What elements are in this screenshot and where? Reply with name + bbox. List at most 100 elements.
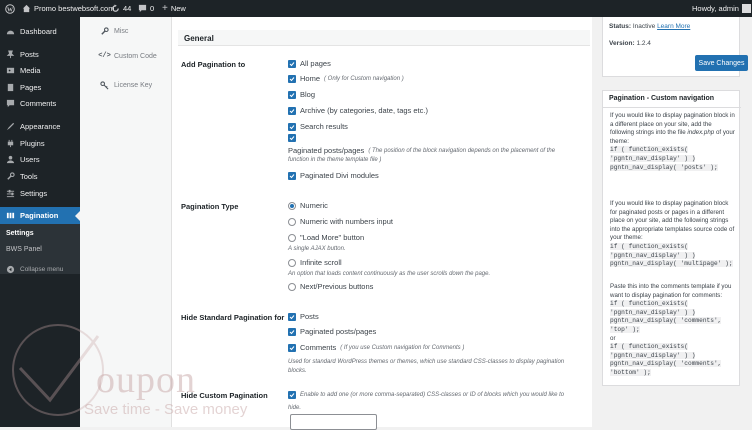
settings-tabs: Misc </> Custom Code License Key — [80, 17, 172, 427]
option-home[interactable]: Home( Only for Custom navigation ) — [288, 74, 404, 83]
key-icon — [100, 80, 109, 90]
code-line: 'pgntn_nav_display' ) ) — [610, 308, 696, 316]
checkbox-checked-icon — [288, 59, 296, 68]
sidebar-item-dashboard[interactable]: Dashboard — [0, 23, 80, 39]
code-line: if ( function_exists( — [610, 242, 688, 250]
sidebar-item-comments[interactable]: Comments — [0, 95, 80, 111]
option-label: Numeric with numbers input — [300, 217, 393, 226]
media-icon — [6, 66, 15, 75]
hide-standard-desc-2: blocks. — [288, 368, 307, 374]
checkbox-checked-icon — [288, 327, 296, 336]
updates-link[interactable]: 44 — [111, 0, 131, 17]
divider — [603, 107, 741, 108]
option-label: Comments — [300, 343, 337, 352]
sidebar-item-plugins[interactable]: Plugins — [0, 135, 80, 151]
sidebar-item-appearance[interactable]: Appearance — [0, 118, 80, 134]
code-line: 'pgntn_nav_display' ) ) — [610, 251, 696, 259]
custom-nav-paragraph-3: Paste this into the comments template if… — [610, 283, 737, 378]
sidebar-item-posts[interactable]: Posts — [0, 46, 80, 62]
code-line: if ( function_exists( — [610, 300, 688, 308]
option-search[interactable]: Search results — [288, 122, 348, 131]
option-label: Paginated Divi modules — [300, 171, 379, 180]
sidebar-item-label: Pagination — [20, 211, 59, 220]
add-pagination-label: Add Pagination to — [181, 60, 246, 69]
sidebar-item-label: Media — [20, 65, 41, 75]
checkbox-checked-icon — [288, 122, 296, 131]
comment-icon — [6, 99, 15, 108]
option-label: Posts — [300, 312, 319, 321]
option-label: Next/Previous buttons — [300, 282, 374, 291]
tab-misc[interactable]: Misc — [90, 17, 172, 45]
sidebar-item-label: Comments — [20, 98, 57, 108]
radio-icon — [288, 217, 296, 226]
option-hide-posts[interactable]: Posts — [288, 312, 319, 321]
option-divi[interactable]: Paginated Divi modules — [288, 171, 379, 180]
tab-license-key[interactable]: License Key — [90, 71, 172, 99]
radio-numeric-input[interactable]: Numeric with numbers input — [288, 217, 393, 226]
comments-count: 0 — [150, 4, 155, 13]
brush-icon — [6, 122, 15, 131]
sidebar-item-media[interactable]: Media — [0, 62, 80, 78]
greeting: Howdy, admin — [692, 4, 739, 13]
sidebar-item-pagination[interactable]: Pagination — [0, 207, 80, 224]
option-paginated-checkbox[interactable] — [288, 134, 296, 142]
wrench-icon — [6, 171, 15, 181]
submenu-settings[interactable]: Settings — [0, 230, 80, 237]
radio-next-prev[interactable]: Next/Previous buttons — [288, 282, 373, 291]
comments-link[interactable]: 0 — [138, 0, 154, 17]
tab-custom-code[interactable]: </> Custom Code — [90, 42, 172, 70]
sidebar-item-users[interactable]: Users — [0, 151, 80, 167]
new-content-link[interactable]: + New — [162, 0, 186, 17]
learn-more-link[interactable]: Learn More — [657, 23, 690, 30]
tab-label: License Key — [114, 81, 153, 89]
site-name-link[interactable]: Promo bestwebsoft.com — [22, 0, 114, 17]
sidebar-item-label: Pages — [20, 82, 42, 92]
option-note: Enable to add one (or more comma-separat… — [300, 392, 565, 398]
radio-icon — [288, 233, 296, 242]
hide-custom-classes-input[interactable] — [290, 414, 377, 430]
sidebar-item-pages[interactable]: Pages — [0, 79, 80, 95]
checkbox-checked-icon — [288, 106, 296, 115]
option-note: ( The position of the block navigation d… — [368, 147, 556, 154]
option-archive[interactable]: Archive (by categories, date, tags etc.) — [288, 106, 428, 115]
settings-panel: General Add Pagination to All pages Home… — [172, 17, 592, 430]
account-menu[interactable]: Howdy, admin — [692, 0, 751, 17]
option-blog[interactable]: Blog — [288, 90, 315, 99]
submenu-bws-panel[interactable]: BWS Panel — [0, 246, 80, 253]
radio-icon — [288, 258, 296, 267]
collapse-menu-button[interactable]: Collapse menu — [0, 261, 80, 277]
option-hide-custom[interactable]: Enable to add one (or more comma-separat… — [288, 391, 564, 399]
sidebar-item-label: Plugins — [20, 138, 45, 148]
checkbox-checked-icon — [288, 90, 296, 99]
pagination-type-label: Pagination Type — [181, 202, 239, 211]
option-label: Paginated posts/pages — [288, 146, 365, 155]
option-hide-paginated[interactable]: Paginated posts/pages — [288, 327, 376, 336]
code-line: pgntn_nav_display( 'posts' ); — [610, 163, 718, 171]
code-line: 'bottom' ); — [610, 368, 651, 376]
option-hide-comments[interactable]: Comments( If you use Custom navigation f… — [288, 343, 464, 352]
admin-bar: W Promo bestwebsoft.com 44 0 + New Howdy… — [0, 0, 752, 17]
save-changes-button[interactable]: Save Changes — [695, 55, 748, 71]
option-note: ( Only for Custom navigation ) — [324, 75, 404, 82]
infinite-note: An option that loads content continuousl… — [288, 271, 491, 277]
radio-infinite[interactable]: Infinite scroll — [288, 258, 342, 267]
custom-nav-paragraph-2: If you would like to display pagination … — [610, 200, 737, 269]
text: Paste this into the comments template if… — [610, 283, 732, 299]
wordpress-logo-icon[interactable]: W — [5, 0, 15, 17]
sidebar-item-label: Settings — [20, 188, 48, 198]
hide-custom-desc-2: hide. — [288, 405, 302, 411]
option-paginated: Paginated posts/pages( The position of t… — [288, 146, 555, 155]
code-line: 'pgntn_nav_display' ) ) — [610, 154, 696, 162]
status-box: Status: Inactive Learn More Version: 1.2… — [602, 17, 748, 77]
sidebar-item-settings[interactable]: Settings — [0, 185, 80, 201]
code-line: 'top' ); — [610, 325, 640, 333]
avatar — [741, 4, 751, 13]
option-label: Numeric — [300, 201, 328, 210]
option-all-pages[interactable]: All pages — [288, 59, 331, 68]
tab-label: Misc — [114, 27, 129, 35]
sidebar-item-tools[interactable]: Tools — [0, 168, 80, 184]
radio-numeric[interactable]: Numeric — [288, 201, 328, 210]
radio-load-more[interactable]: "Load More" button — [288, 233, 364, 242]
refresh-icon — [112, 4, 119, 12]
code-line: if ( function_exists( — [610, 146, 688, 154]
